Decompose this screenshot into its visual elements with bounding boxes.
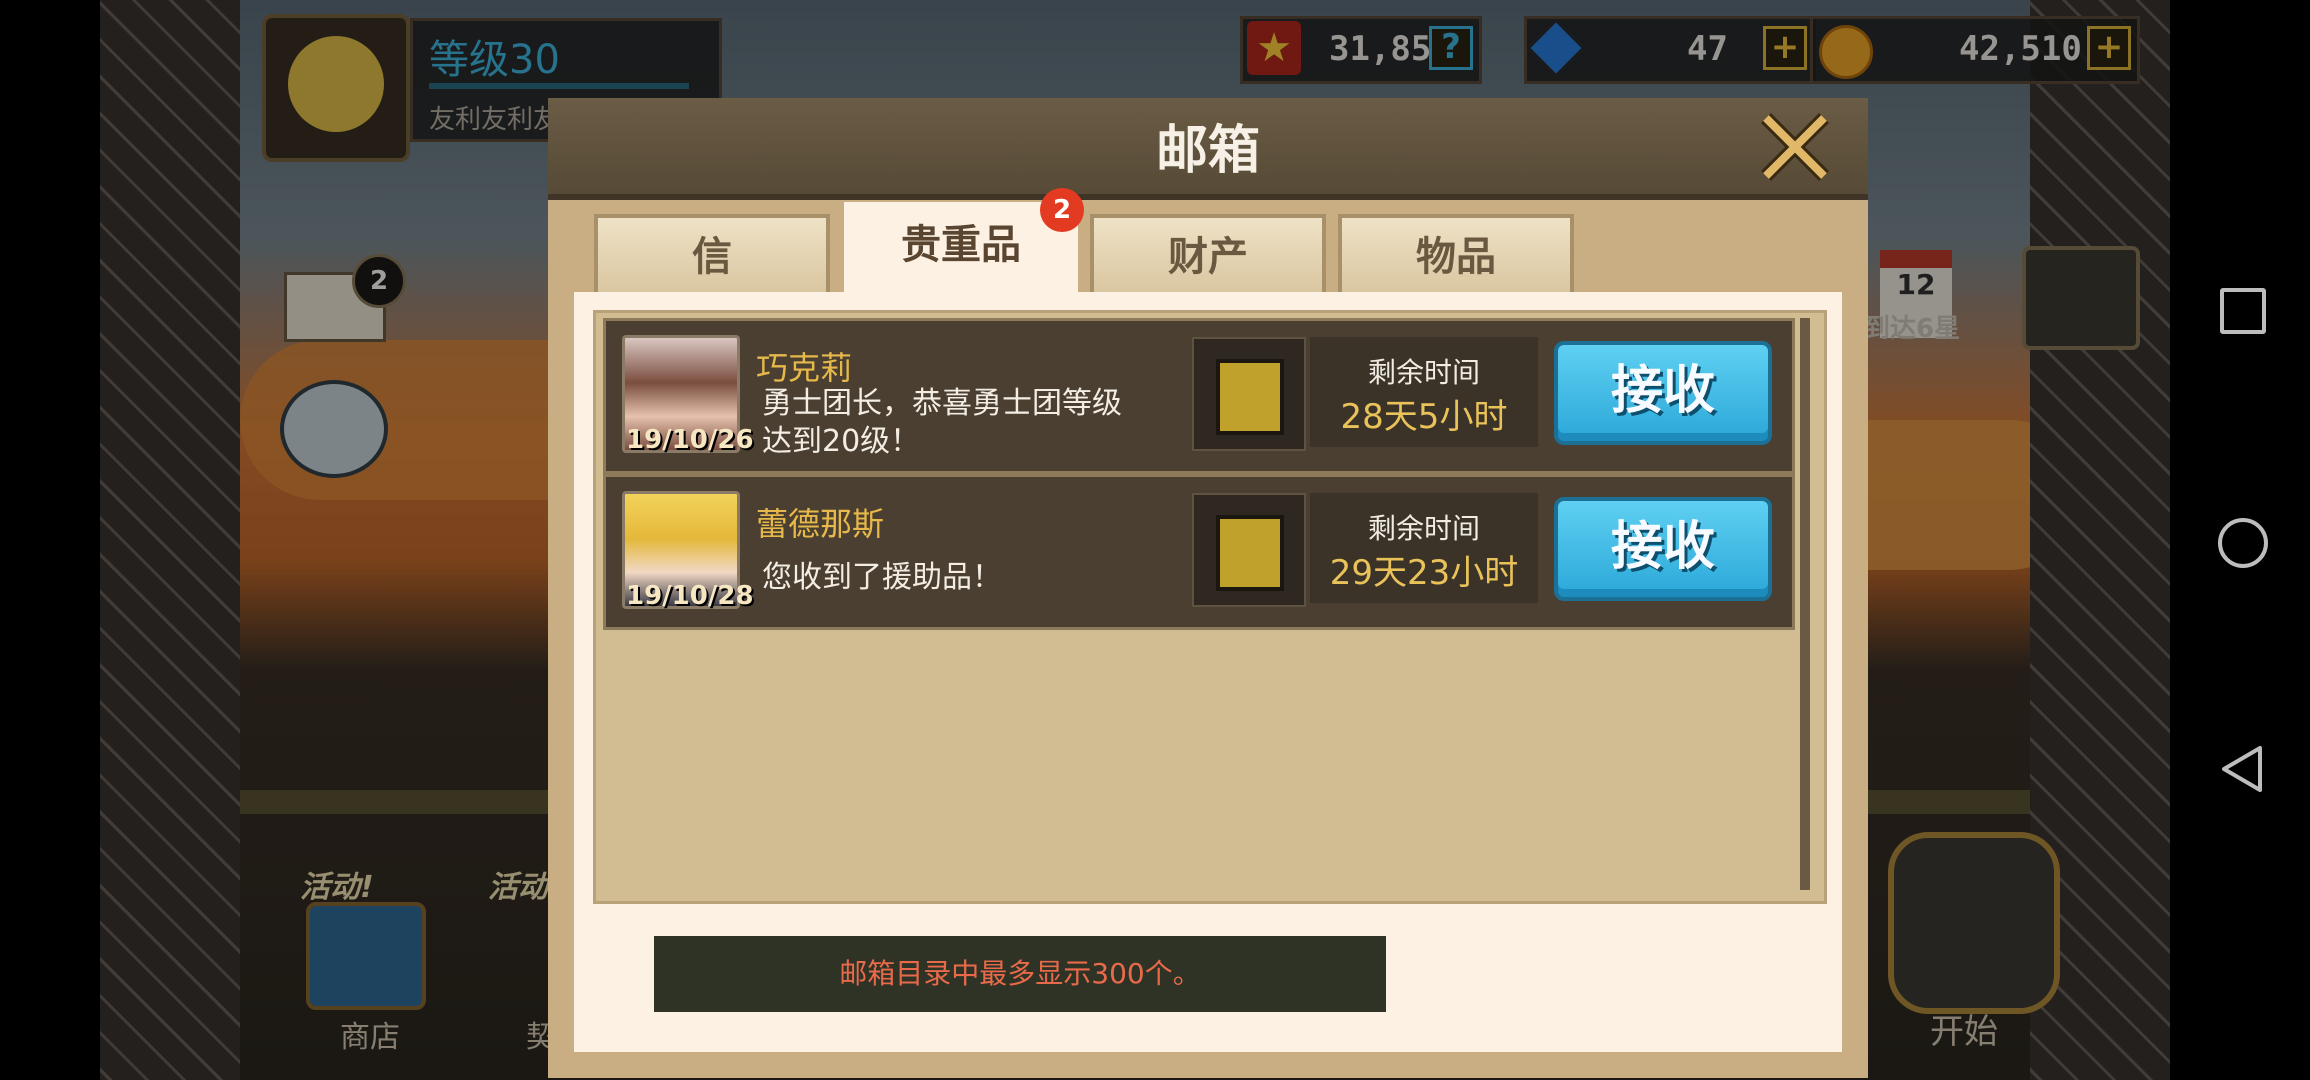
tab-badge: 2 xyxy=(1040,188,1084,232)
mailbox-limit-notice: 邮箱目录中最多显示300个。 xyxy=(654,936,1386,1012)
receive-button[interactable]: 接收 xyxy=(1554,497,1772,601)
square-nav-icon[interactable] xyxy=(2220,288,2266,334)
time-label: 剩余时间 xyxy=(1367,512,1480,545)
mail-sender: 蕾德那斯 xyxy=(756,505,885,543)
reward-item-slot xyxy=(1192,493,1306,607)
mail-date: 19/10/28 xyxy=(626,581,754,611)
close-button[interactable] xyxy=(1758,110,1832,184)
mail-sender: 巧克莉 xyxy=(756,349,853,387)
tab-label: 物品 xyxy=(1416,234,1496,280)
tab-label: 贵重品 xyxy=(901,222,1021,268)
system-nav-bar xyxy=(2170,0,2310,1080)
tab-letters[interactable]: 信 xyxy=(594,214,830,298)
mail-message: 达到20级！ xyxy=(762,424,921,459)
tab-label: 信 xyxy=(692,234,732,280)
reward-item-slot xyxy=(1192,337,1306,451)
receive-button[interactable]: 接收 xyxy=(1554,341,1772,445)
back-nav-icon[interactable] xyxy=(2220,744,2264,794)
circle-nav-icon[interactable] xyxy=(2218,518,2268,568)
time-value: 29天23小时 xyxy=(1329,553,1519,593)
scroll-item-icon xyxy=(1216,515,1284,591)
remaining-time-box: 剩余时间 28天5小时 xyxy=(1310,337,1538,447)
time-value: 28天5小时 xyxy=(1340,397,1508,437)
dialog-title: 邮箱 xyxy=(1155,121,1260,181)
tab-assets[interactable]: 财产 xyxy=(1090,214,1326,298)
tab-label: 财产 xyxy=(1168,234,1248,280)
tab-items[interactable]: 物品 xyxy=(1338,214,1574,298)
scroll-item-icon xyxy=(1216,359,1284,435)
scrollbar[interactable] xyxy=(1800,318,1810,890)
mail-message: 您收到了援助品！ xyxy=(762,560,1002,595)
mail-date: 19/10/26 xyxy=(626,425,754,455)
mail-item: 19/10/28 蕾德那斯 您收到了援助品！ 剩余时间 29天23小时 接收 xyxy=(603,474,1795,630)
time-label: 剩余时间 xyxy=(1367,356,1480,389)
mail-message: 勇士团长，恭喜勇士团等级 xyxy=(762,386,1122,421)
remaining-time-box: 剩余时间 29天23小时 xyxy=(1310,493,1538,603)
close-icon xyxy=(1761,113,1829,181)
mail-item: 19/10/26 巧克莉 勇士团长，恭喜勇士团等级 达到20级！ 剩余时间 28… xyxy=(603,318,1795,474)
